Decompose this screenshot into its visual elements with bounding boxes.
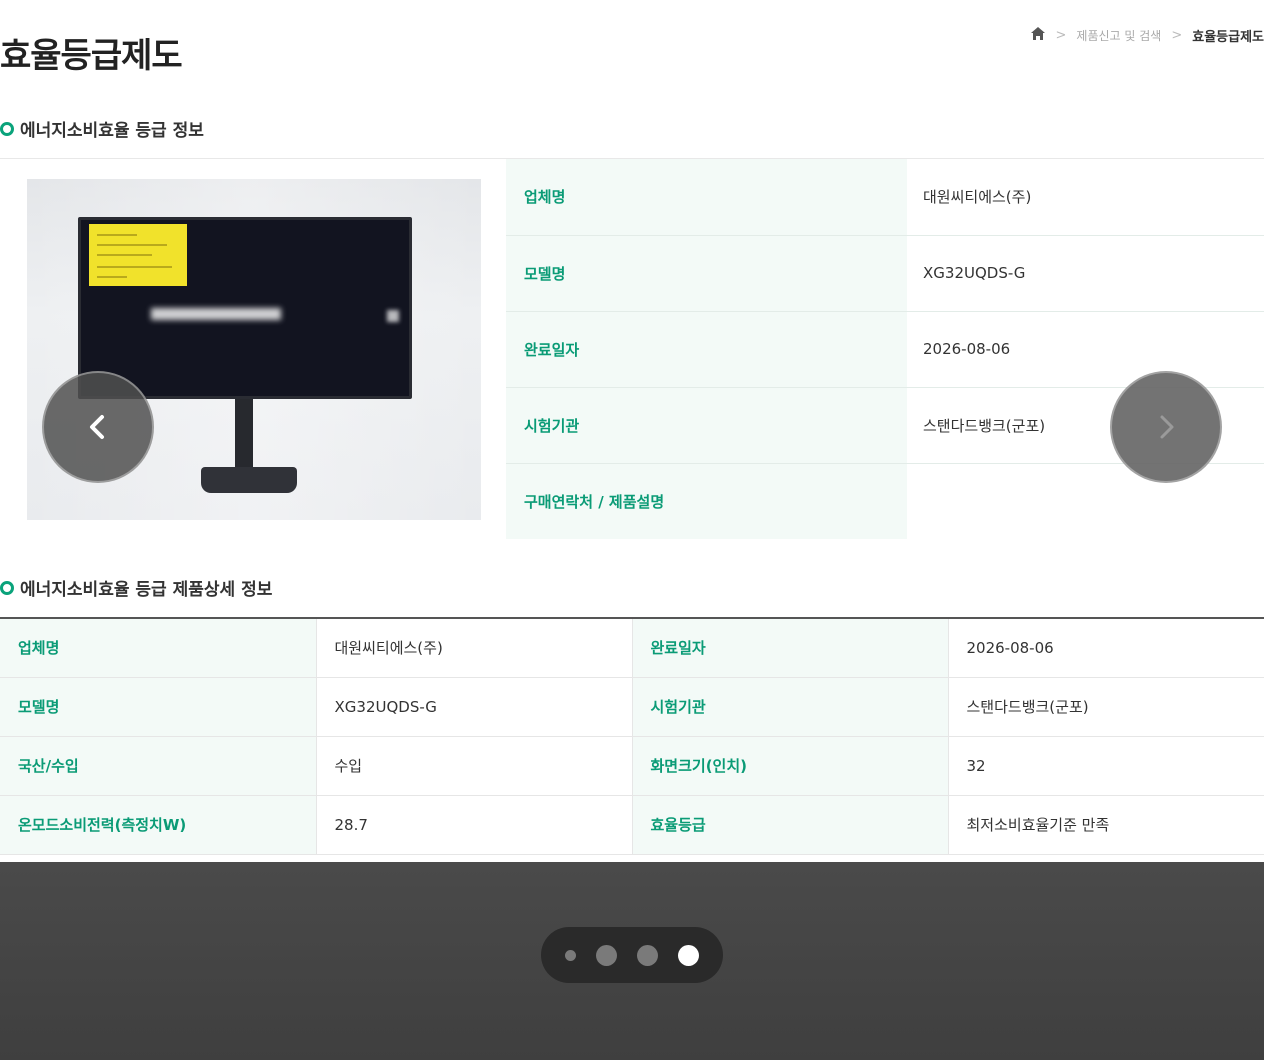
- breadcrumb-separator-icon: >: [1171, 28, 1183, 43]
- chevron-left-icon: [90, 415, 104, 439]
- table-row: 모델명 XG32UQDS-G 시험기관 스탠다드뱅크(군포): [0, 677, 1264, 737]
- info-label: 모델명: [506, 235, 907, 312]
- detail-label: 국산/수입: [0, 736, 317, 796]
- section-title-text: 에너지소비효율 등급 제품상세 정보: [20, 580, 273, 600]
- detail-value: 대원씨티에스(주): [316, 618, 633, 678]
- detail-table: 업체명 대원씨티에스(주) 완료일자 2026-08-06 모델명 XG32UQ…: [0, 617, 1264, 855]
- prev-image-button[interactable]: [42, 371, 154, 483]
- section-title-text: 에너지소비효율 등급 정보: [20, 121, 204, 141]
- table-row: 업체명 대원씨티에스(주): [506, 159, 1264, 236]
- section-bullet-icon: [0, 580, 14, 595]
- section-bullet-icon: [0, 121, 14, 136]
- table-row: 업체명 대원씨티에스(주) 완료일자 2026-08-06: [0, 618, 1264, 678]
- section-title-detail: 에너지소비효율 등급 제품상세 정보: [0, 575, 272, 600]
- breadcrumb: > 제품신고 및 검색 > 효율등급제도: [1030, 26, 1264, 45]
- detail-value: 수입: [316, 736, 633, 796]
- detail-value: 2026-08-06: [948, 618, 1264, 678]
- detail-label: 온모드소비전력(측정치W): [0, 795, 317, 855]
- info-block: 업체명 대원씨티에스(주) 모델명 XG32UQDS-G 완료일자 2026-0…: [0, 158, 1264, 539]
- detail-label: 효율등급: [632, 795, 949, 855]
- product-photo-area: [0, 159, 506, 539]
- breadcrumb-current: 효율등급제도: [1192, 30, 1264, 45]
- detail-label: 완료일자: [632, 618, 949, 678]
- table-row: 국산/수입 수입 화면크기(인치) 32: [0, 736, 1264, 796]
- info-value: 2026-08-06: [907, 311, 1264, 388]
- pagination-dot-active[interactable]: [678, 944, 699, 966]
- detail-value: XG32UQDS-G: [316, 677, 633, 737]
- breadcrumb-item[interactable]: 제품신고 및 검색: [1076, 27, 1161, 44]
- pagination-dot[interactable]: [637, 944, 658, 966]
- info-value: 대원씨티에스(주): [907, 159, 1264, 236]
- table-row: 모델명 XG32UQDS-G: [506, 235, 1264, 312]
- detail-label: 모델명: [0, 677, 317, 737]
- home-icon[interactable]: [1030, 26, 1046, 45]
- info-table: 업체명 대원씨티에스(주) 모델명 XG32UQDS-G 완료일자 2026-0…: [506, 159, 1264, 539]
- detail-label: 업체명: [0, 618, 317, 678]
- table-row: 온모드소비전력(측정치W) 28.7 효율등급 최저소비효율기준 만족: [0, 795, 1264, 855]
- next-image-button[interactable]: [1110, 371, 1222, 483]
- carousel-pagination: [541, 927, 723, 983]
- info-label: 구매연락처 / 제품설명: [506, 463, 907, 539]
- energy-label-sticker: [89, 224, 187, 286]
- info-label: 완료일자: [506, 311, 907, 388]
- detail-value: 28.7: [316, 795, 633, 855]
- info-label: 업체명: [506, 159, 907, 236]
- detail-value: 스탠다드뱅크(군포): [948, 677, 1264, 737]
- info-value: [907, 463, 1264, 539]
- section-title-info: 에너지소비효율 등급 정보: [0, 116, 204, 141]
- pagination-dot[interactable]: [596, 944, 617, 966]
- detail-label: 화면크기(인치): [632, 736, 949, 796]
- page-title: 효율등급제도: [0, 36, 183, 76]
- monitor-image: [78, 217, 412, 399]
- info-label: 시험기관: [506, 387, 907, 464]
- breadcrumb-separator-icon: >: [1055, 28, 1067, 43]
- detail-label: 시험기관: [632, 677, 949, 737]
- detail-value: 최저소비효율기준 만족: [948, 795, 1264, 855]
- pagination-dot[interactable]: [565, 949, 576, 961]
- detail-value: 32: [948, 736, 1264, 796]
- chevron-right-icon: [1160, 415, 1174, 439]
- info-value: XG32UQDS-G: [907, 235, 1264, 312]
